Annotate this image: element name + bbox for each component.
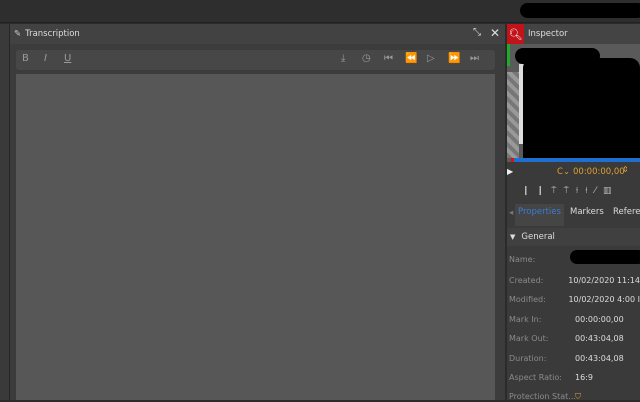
property-key: Mark In: — [509, 315, 542, 324]
search-icon[interactable]: 🔍︎ — [507, 24, 524, 44]
levels-icon[interactable]: ▥ — [603, 186, 612, 196]
transcription-header: ✎ Transcription ⤡ ✕ — [10, 24, 505, 44]
mark-in-icon[interactable]: ❙ — [522, 186, 530, 196]
text-toolbar: B I U ⤓ ◷ ⏮ ⏪ ▷ ⏩ ⏭ — [16, 50, 495, 70]
playhead[interactable] — [511, 158, 514, 162]
bold-button[interactable]: B — [22, 53, 29, 64]
shield-icon: ⛉ — [575, 392, 581, 401]
video-preview[interactable] — [507, 44, 640, 162]
split-icon[interactable]: ⁄ — [595, 186, 597, 196]
mark-out-icon[interactable]: ❙ — [537, 186, 545, 196]
pencil-icon: ✎ — [14, 29, 22, 39]
property-value: 00:43:04,08 — [575, 354, 624, 363]
timecode: 00:00:00,00 — [573, 167, 625, 177]
minimize-icon[interactable]: ⤡ — [473, 27, 481, 38]
transcription-panel: ✎ Transcription ⤡ ✕ B I U ⤓ ◷ ⏮ ⏪ ▷ ⏩ ⏭ — [10, 24, 505, 400]
redaction — [570, 250, 640, 264]
property-row: Modified: 10/02/2020 4:00 I — [509, 295, 640, 304]
inspector-header: 🔍︎ Inspector — [507, 24, 640, 44]
clock-icon[interactable]: ◷ — [362, 53, 371, 64]
redaction — [520, 3, 640, 18]
tab-references[interactable]: Referen — [613, 207, 640, 217]
property-value: 00:00:00,00 — [575, 315, 624, 324]
property-key: Created: — [509, 276, 544, 285]
marker-tools: ❙ ❙ ⍑ ⍑ ⍿ ⍿ ⁄ ▥ — [522, 186, 640, 196]
property-key: Mark Out: — [509, 334, 549, 343]
property-key: Aspect Ratio: — [509, 373, 562, 382]
property-value: 16:9 — [575, 373, 593, 382]
section-general[interactable]: ▼ General — [507, 228, 640, 246]
rewind-icon[interactable]: ⏪ — [405, 53, 417, 64]
section-title: General — [521, 232, 555, 242]
property-key: Modified: — [509, 295, 546, 304]
expand-arrow-icon[interactable]: ▶ — [507, 167, 513, 176]
property-row: Aspect Ratio: 16:9 — [509, 373, 640, 382]
pin-icon[interactable]: ⍑ — [564, 186, 569, 196]
property-value: 00:43:04,08 — [575, 334, 624, 343]
underline-button[interactable]: U — [64, 53, 71, 64]
collapse-arrow-icon: ▼ — [510, 233, 516, 241]
property-key: Protection Stat... — [509, 392, 575, 401]
remove-marker-icon[interactable]: ⍿ — [585, 186, 587, 196]
pin-icon[interactable]: ⍑ — [551, 186, 556, 196]
property-row: Created: 10/02/2020 11:14 — [509, 276, 640, 285]
progress-bar[interactable] — [511, 158, 640, 162]
property-key: Duration: — [509, 354, 547, 363]
timecode-prefix: C — [557, 167, 563, 177]
skip-end-icon[interactable]: ⏭ — [470, 53, 479, 64]
property-row: Mark Out: 00:43:04,08 — [509, 334, 640, 343]
left-panel-edge — [0, 24, 10, 400]
tab-properties[interactable]: Properties — [518, 207, 561, 217]
skip-start-icon[interactable]: ⏮ — [384, 53, 393, 64]
timecode-stepper-icon[interactable]: ⇕ — [622, 165, 629, 174]
download-icon[interactable]: ⤓ — [341, 53, 345, 64]
transcription-text-area[interactable] — [16, 74, 495, 400]
property-row: Protection Stat... ⛉ — [509, 392, 640, 402]
property-value: 10/02/2020 4:00 I — [568, 295, 640, 304]
timecode-mode[interactable]: C⌄ — [557, 167, 570, 177]
green-marker — [507, 44, 510, 66]
redaction — [523, 58, 640, 162]
property-row: Mark In: 00:00:00,00 — [509, 315, 640, 324]
italic-button[interactable]: I — [44, 53, 47, 64]
close-icon[interactable]: ✕ — [490, 26, 500, 40]
property-value: 10/02/2020 11:14 — [568, 276, 640, 285]
inspector-panel: 🔍︎ Inspector ▶ C⌄ 00:00:00,00 ⇕ ❙ ❙ ⍑ ⍑ ⍿ ⍿ ⁄ ▥… — [507, 24, 640, 402]
add-marker-icon[interactable]: ⍿ — [576, 186, 578, 196]
fast-forward-icon[interactable]: ⏩ — [448, 53, 460, 64]
property-key: Name: — [509, 255, 536, 264]
panel-title: Transcription — [25, 29, 80, 39]
property-row: Duration: 00:43:04,08 — [509, 354, 640, 363]
tab-markers[interactable]: Markers — [570, 207, 604, 217]
tab-scroll-left-icon[interactable]: ◂ — [509, 208, 513, 218]
panel-title: Inspector — [528, 29, 568, 39]
filmstrip-edge — [507, 72, 519, 158]
play-icon[interactable]: ▷ — [427, 53, 435, 64]
